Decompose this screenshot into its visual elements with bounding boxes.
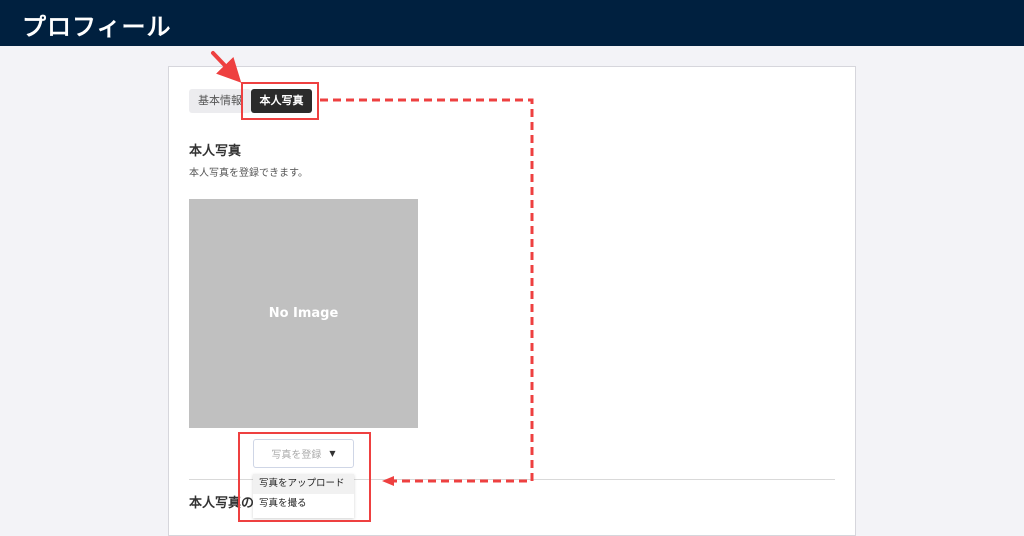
annotation-overlay <box>211 51 534 486</box>
dashed-connector <box>320 98 534 483</box>
connector-arrowhead <box>382 476 394 486</box>
pointer-arrow <box>211 51 242 83</box>
